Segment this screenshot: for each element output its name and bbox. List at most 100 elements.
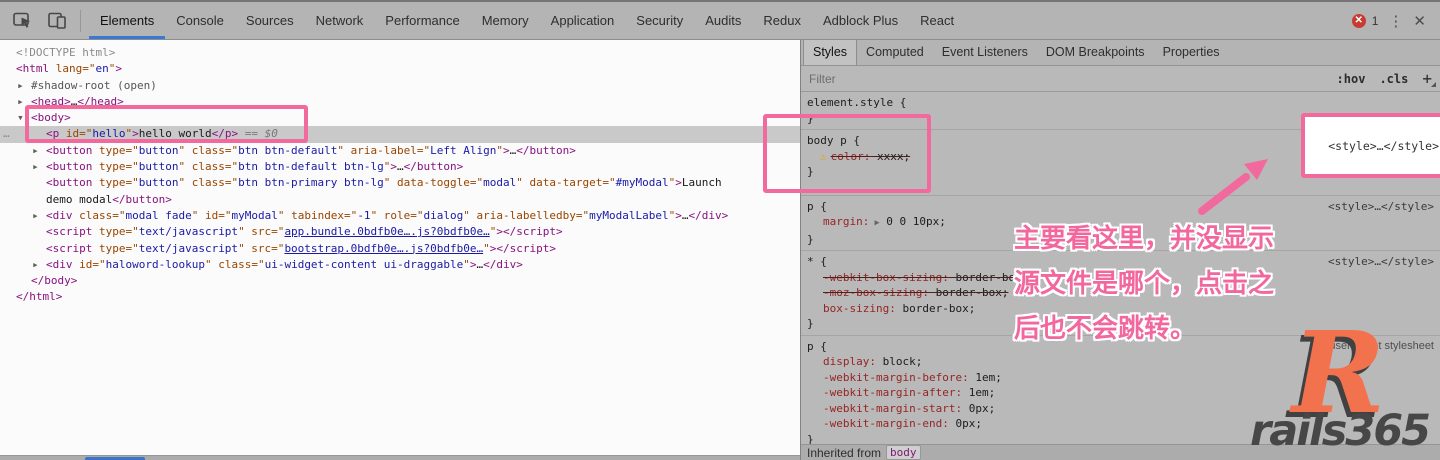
tab-react[interactable]: React (909, 3, 965, 39)
property-value: 1em; (969, 371, 1002, 384)
tab-performance[interactable]: Performance (374, 3, 470, 39)
property-value: 0 0 10px; (880, 215, 946, 228)
annotation-arrow-icon (1188, 150, 1278, 220)
device-toolbar-icon[interactable] (46, 11, 68, 31)
styles-tab-dom-breakpoints[interactable]: DOM Breakpoints (1037, 40, 1154, 65)
styles-tab-properties[interactable]: Properties (1154, 40, 1229, 65)
code-segment: #shadow-root (open) (31, 79, 157, 92)
tab-console[interactable]: Console (165, 3, 235, 39)
rule-source-link[interactable]: <style>…</style> (1328, 254, 1434, 270)
code-segment: … (397, 160, 404, 173)
code-segment: <button (46, 176, 92, 189)
tab-redux[interactable]: Redux (752, 3, 812, 39)
code-segment: " (238, 242, 245, 255)
rule-selector[interactable]: * { (807, 255, 827, 268)
code-segment: > (470, 258, 477, 271)
dom-node-line[interactable]: </body> (0, 273, 800, 289)
expand-arrow-icon[interactable]: ▶ (33, 160, 37, 175)
inherited-node-link[interactable]: body (886, 445, 921, 460)
code-segment: app.bundle.0bdfb0e….js?0bdfb0e… (284, 225, 489, 238)
tab-elements[interactable]: Elements (89, 3, 165, 39)
code-segment: </html> (16, 290, 62, 303)
code-segment: </body> (31, 274, 77, 287)
annotation-note-text: 主要看这里，并没显示源文件是哪个，点击之后也不会跳转。 (1014, 216, 1274, 351)
inspect-element-icon[interactable] (12, 11, 34, 31)
rule-selector[interactable]: element.style { (807, 96, 906, 109)
code-segment: button (139, 160, 179, 173)
code-segment: </button> (404, 160, 464, 173)
code-segment: " (463, 258, 470, 271)
code-segment: " (496, 144, 503, 157)
tab-sources[interactable]: Sources (235, 3, 305, 39)
rule-source-link[interactable]: <style>…</style> (1328, 199, 1434, 215)
dom-node-line[interactable]: <script type="text/javascript" src="boot… (0, 241, 800, 257)
dom-node-line[interactable]: <button type="button" class="btn btn-pri… (0, 175, 800, 191)
horizontal-scrollbar[interactable] (0, 455, 800, 460)
tab-network[interactable]: Network (305, 3, 375, 39)
toggle-classes-button[interactable]: .cls (1379, 72, 1408, 86)
code-segment: myModal (231, 209, 277, 222)
code-segment: <button (46, 144, 92, 157)
error-count: 1 (1372, 14, 1379, 28)
dom-node-line[interactable]: <html lang="en"> (0, 61, 800, 77)
expand-value-icon[interactable]: ▶ (869, 218, 879, 228)
annotation-note-line: 后也不会跳转。 (1014, 306, 1274, 351)
code-segment: </script> (496, 242, 556, 255)
property-value: 0px; (962, 402, 995, 415)
tab-memory[interactable]: Memory (471, 3, 540, 39)
code-segment: data-toggle=" (390, 176, 483, 189)
code-segment: bootstrap.0bdfb0e….js?0bdfb0e… (284, 242, 483, 255)
dom-node-line[interactable]: ▶<button type="button" class="btn btn-de… (0, 143, 800, 159)
expand-arrow-icon[interactable]: ▶ (18, 95, 22, 110)
code-segment: </button> (516, 144, 576, 157)
collapse-arrow-icon[interactable]: ▼ (18, 111, 22, 126)
code-segment: class=" (185, 176, 238, 189)
elements-panel: <!DOCTYPE html><html lang="en">▶#shadow-… (0, 40, 800, 455)
tab-audits[interactable]: Audits (694, 3, 752, 39)
dom-node-line[interactable]: ▶<button type="button" class="btn btn-de… (0, 159, 800, 175)
annotation-box-style-source: <style>…</style> (1301, 113, 1440, 178)
code-segment: text/javascript (139, 242, 238, 255)
dom-node-line[interactable]: ▶<div id="haloword-lookup" class="ui-wid… (0, 257, 800, 273)
dom-node-line[interactable]: <!DOCTYPE html> (0, 45, 800, 61)
devtools-window: ElementsConsoleSourcesNetworkPerformance… (0, 0, 1440, 460)
styles-tab-styles[interactable]: Styles (803, 40, 857, 65)
code-segment: id=" (198, 209, 231, 222)
error-badge-icon[interactable]: ✕ (1352, 14, 1366, 28)
property-name: -webkit-box-sizing: (823, 271, 949, 284)
code-segment: <script (46, 225, 92, 238)
close-icon[interactable]: ✕ (1413, 12, 1426, 30)
code-segment: > (675, 209, 682, 222)
expand-arrow-icon[interactable]: ▶ (18, 78, 22, 93)
toggle-hover-state-button[interactable]: :hov (1337, 72, 1366, 86)
dom-tree: <!DOCTYPE html><html lang="en">▶#shadow-… (0, 40, 800, 306)
expand-arrow-icon[interactable]: ▶ (33, 144, 37, 159)
dom-node-line[interactable]: ▶<div class="modal fade" id="myModal" ta… (0, 208, 800, 224)
expand-arrow-icon[interactable]: ▶ (33, 209, 37, 224)
more-options-icon[interactable]: ⋮ (1388, 12, 1403, 30)
tab-application[interactable]: Application (540, 3, 626, 39)
dom-node-line[interactable]: demo modal</button> (0, 192, 800, 208)
code-segment: <button (46, 160, 92, 173)
rule-selector[interactable]: p { (807, 200, 827, 213)
styles-tab-event-listeners[interactable]: Event Listeners (933, 40, 1037, 65)
dom-node-line[interactable]: ▶ #shadow-root (open) (0, 78, 800, 94)
devtools-toolbar: ElementsConsoleSourcesNetworkPerformance… (0, 2, 1440, 40)
rule-selector[interactable]: p { (807, 340, 827, 353)
code-segment: button (139, 144, 179, 157)
dom-node-line[interactable]: <script type="text/javascript" src="app.… (0, 224, 800, 240)
property-name: box-sizing: (823, 302, 896, 315)
tab-security[interactable]: Security (625, 3, 694, 39)
new-style-rule-button[interactable]: + (1422, 69, 1432, 88)
property-value: 0px; (949, 417, 982, 430)
filter-input[interactable]: Filter (809, 72, 836, 86)
code-segment: modal fade (125, 209, 191, 222)
tab-adblock-plus[interactable]: Adblock Plus (812, 3, 909, 39)
code-segment: myModalLabel (589, 209, 668, 222)
dom-node-line[interactable]: </html> (0, 289, 800, 305)
code-segment: <div (46, 209, 73, 222)
styles-tab-computed[interactable]: Computed (857, 40, 933, 65)
expand-arrow-icon[interactable]: ▶ (33, 258, 37, 273)
style-source-label: <style>…</style> (1328, 139, 1439, 153)
code-segment: </div> (483, 258, 523, 271)
